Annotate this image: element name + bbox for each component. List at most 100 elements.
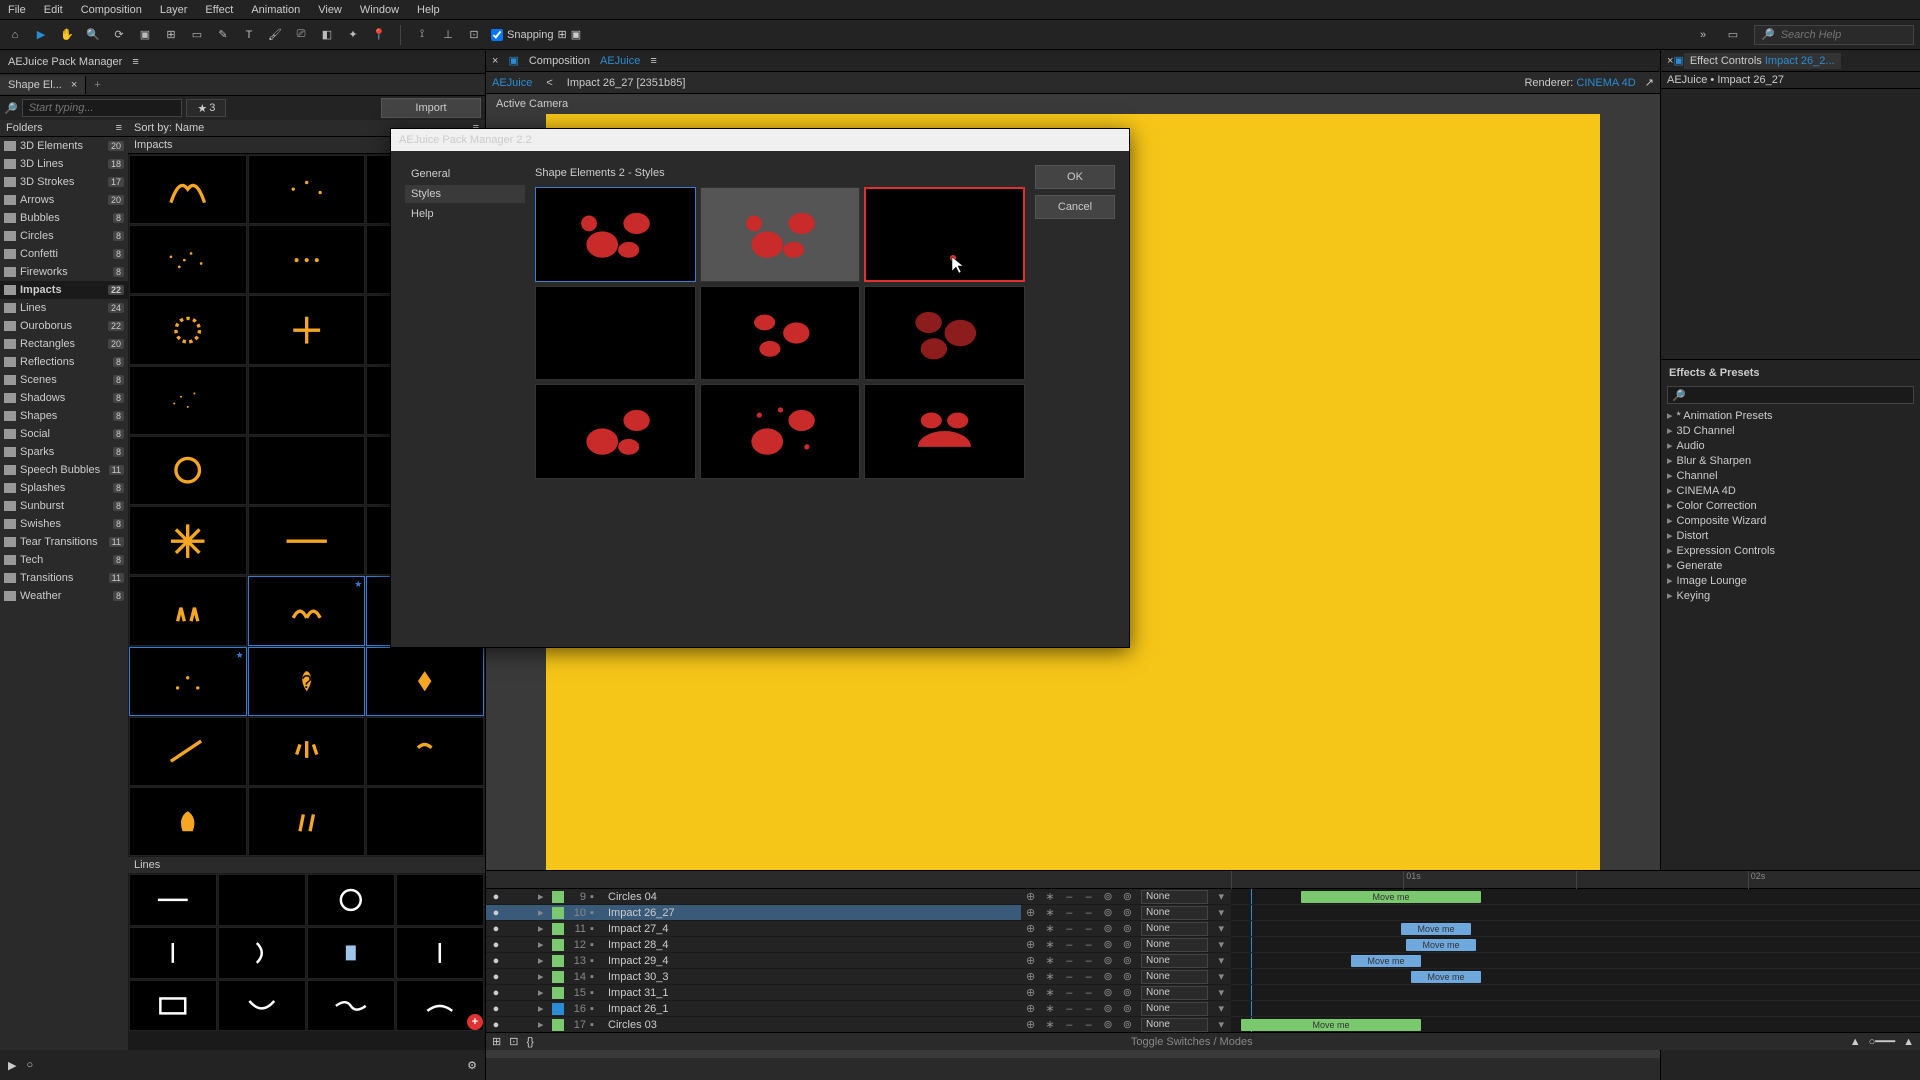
- lock-icon[interactable]: [522, 923, 534, 935]
- menu-view[interactable]: View: [318, 4, 342, 16]
- sort-label[interactable]: Sort by: Name: [134, 122, 204, 134]
- style-option-8[interactable]: [864, 384, 1025, 479]
- track-row-10[interactable]: [1231, 905, 1920, 921]
- folder-item-transitions[interactable]: Transitions11: [0, 569, 128, 587]
- preset-impact-18[interactable]: [129, 576, 247, 645]
- toggle-icon-1[interactable]: ⊞: [492, 1035, 501, 1048]
- panel-menu-icon[interactable]: ≡: [132, 56, 138, 68]
- renderer-settings-icon[interactable]: ↗: [1645, 77, 1654, 89]
- preset-impact-6[interactable]: [129, 295, 247, 364]
- effects-presets-search[interactable]: 🔎: [1667, 386, 1914, 404]
- solo-icon[interactable]: [506, 955, 518, 967]
- folder-item-rectangles[interactable]: Rectangles20: [0, 335, 128, 353]
- style-option-1[interactable]: [700, 187, 861, 282]
- preset-impact-24[interactable]: [129, 717, 247, 786]
- cancel-button[interactable]: Cancel: [1035, 195, 1115, 219]
- shy-icon[interactable]: ⊕: [1025, 1019, 1036, 1031]
- parent-dropdown[interactable]: None: [1141, 922, 1208, 936]
- style-option-4[interactable]: [700, 286, 861, 381]
- shy-icon[interactable]: ⊕: [1025, 1003, 1036, 1015]
- label-color[interactable]: [552, 891, 564, 903]
- zoom-out-icon[interactable]: ▲: [1850, 1036, 1861, 1048]
- parent-pick-icon[interactable]: ⊚: [1122, 891, 1133, 903]
- 3d-icon[interactable]: ∗: [1044, 907, 1055, 919]
- lock-icon[interactable]: [522, 939, 534, 951]
- layer-row-9[interactable]: ● ▸ 9 ▪ Circles 04: [486, 889, 1021, 905]
- folder-item-scenes[interactable]: Scenes8: [0, 371, 128, 389]
- layer-name[interactable]: Impact 30_3: [604, 971, 1017, 983]
- camera-tool-icon[interactable]: ▣: [136, 26, 154, 44]
- dialog-title-bar[interactable]: AEJuice Pack Manager 2.2: [391, 129, 1129, 151]
- track-row-9[interactable]: Move me: [1231, 889, 1920, 905]
- label-color[interactable]: [552, 907, 564, 919]
- layer-row-15[interactable]: ● ▸ 15 ▪ Impact 31_1: [486, 985, 1021, 1001]
- preset-impact-21[interactable]: ★: [129, 647, 247, 716]
- layer-name[interactable]: Impact 28_4: [604, 939, 1017, 951]
- folder-item-social[interactable]: Social8: [0, 425, 128, 443]
- sidebar-item-help[interactable]: Help: [405, 205, 525, 223]
- parent-dropdown[interactable]: None: [1141, 1018, 1208, 1032]
- layer-row-17[interactable]: ● ▸ 17 ▪ Circles 03: [486, 1017, 1021, 1032]
- fx-icon[interactable]: ⊚: [1102, 1003, 1113, 1015]
- preset-impact-23[interactable]: [366, 647, 484, 716]
- snap-opt1-icon[interactable]: ⊞: [558, 28, 567, 41]
- dropdown-icon[interactable]: ▾: [1216, 971, 1227, 983]
- menu-edit[interactable]: Edit: [44, 4, 63, 16]
- parent-dropdown[interactable]: None: [1141, 890, 1208, 904]
- folder-item-weather[interactable]: Weather8: [0, 587, 128, 605]
- parent-dropdown[interactable]: None: [1141, 1002, 1208, 1016]
- lock-icon[interactable]: [522, 891, 534, 903]
- preset-line-5[interactable]: [218, 927, 306, 979]
- dropdown-icon[interactable]: ▾: [1216, 923, 1227, 935]
- 3d-icon[interactable]: ∗: [1044, 1019, 1055, 1031]
- solo-icon[interactable]: [506, 1003, 518, 1015]
- menu-help[interactable]: Help: [417, 4, 440, 16]
- layer-name[interactable]: Circles 03: [604, 1019, 1017, 1031]
- preset-impact-19[interactable]: ★: [248, 576, 366, 645]
- tab-shape-elements[interactable]: Shape El... ×: [0, 76, 86, 94]
- adj-icon[interactable]: –: [1083, 907, 1094, 919]
- mb-icon[interactable]: –: [1064, 1019, 1075, 1031]
- solo-icon[interactable]: [506, 987, 518, 999]
- preset-search-input[interactable]: [22, 99, 183, 117]
- parent-dropdown[interactable]: None: [1141, 954, 1208, 968]
- style-option-0[interactable]: [535, 187, 696, 282]
- flowchart-link[interactable]: AEJuice: [492, 77, 532, 89]
- brush-tool-icon[interactable]: 🖌: [266, 26, 284, 44]
- folder-item-fireworks[interactable]: Fireworks8: [0, 263, 128, 281]
- folder-item-reflections[interactable]: Reflections8: [0, 353, 128, 371]
- preset-impact-16[interactable]: [248, 506, 366, 575]
- expand-icon[interactable]: ▸: [538, 1002, 548, 1015]
- roto-tool-icon[interactable]: ✦: [344, 26, 362, 44]
- star-filter[interactable]: ★3: [186, 99, 226, 117]
- 3d-icon[interactable]: ∗: [1044, 923, 1055, 935]
- axis-local-icon[interactable]: ⟟: [413, 26, 431, 44]
- mb-icon[interactable]: –: [1064, 987, 1075, 999]
- fx-icon[interactable]: ⊚: [1102, 971, 1113, 983]
- folder-item-speech-bubbles[interactable]: Speech Bubbles11: [0, 461, 128, 479]
- dropdown-icon[interactable]: ▾: [1216, 987, 1227, 999]
- search-help[interactable]: 🔎: [1754, 25, 1914, 45]
- track-row-13[interactable]: Move me: [1231, 953, 1920, 969]
- parent-pick-icon[interactable]: ⊚: [1122, 955, 1133, 967]
- label-color[interactable]: [552, 987, 564, 999]
- fx-icon[interactable]: ⊚: [1102, 1019, 1113, 1031]
- layer-bar[interactable]: Move me: [1406, 939, 1476, 951]
- fx-icon[interactable]: ⊚: [1102, 987, 1113, 999]
- parent-pick-icon[interactable]: ⊚: [1122, 1003, 1133, 1015]
- parent-dropdown[interactable]: None: [1141, 938, 1208, 952]
- expand-icon[interactable]: ▸: [538, 986, 548, 999]
- preset-category-3d-channel[interactable]: ▸3D Channel: [1667, 423, 1914, 438]
- preset-category-expression-controls[interactable]: ▸Expression Controls: [1667, 543, 1914, 558]
- preset-line-4[interactable]: [129, 927, 217, 979]
- folders-list[interactable]: 3D Elements203D Lines183D Strokes17Arrow…: [0, 137, 128, 1050]
- visibility-icon[interactable]: ●: [490, 1003, 502, 1015]
- label-color[interactable]: [552, 971, 564, 983]
- mb-icon[interactable]: –: [1064, 1003, 1075, 1015]
- preset-category-composite-wizard[interactable]: ▸Composite Wizard: [1667, 513, 1914, 528]
- adj-icon[interactable]: –: [1083, 971, 1094, 983]
- adj-icon[interactable]: –: [1083, 939, 1094, 951]
- label-color[interactable]: [552, 955, 564, 967]
- preset-category-blur-sharpen[interactable]: ▸Blur & Sharpen: [1667, 453, 1914, 468]
- label-color[interactable]: [552, 1019, 564, 1031]
